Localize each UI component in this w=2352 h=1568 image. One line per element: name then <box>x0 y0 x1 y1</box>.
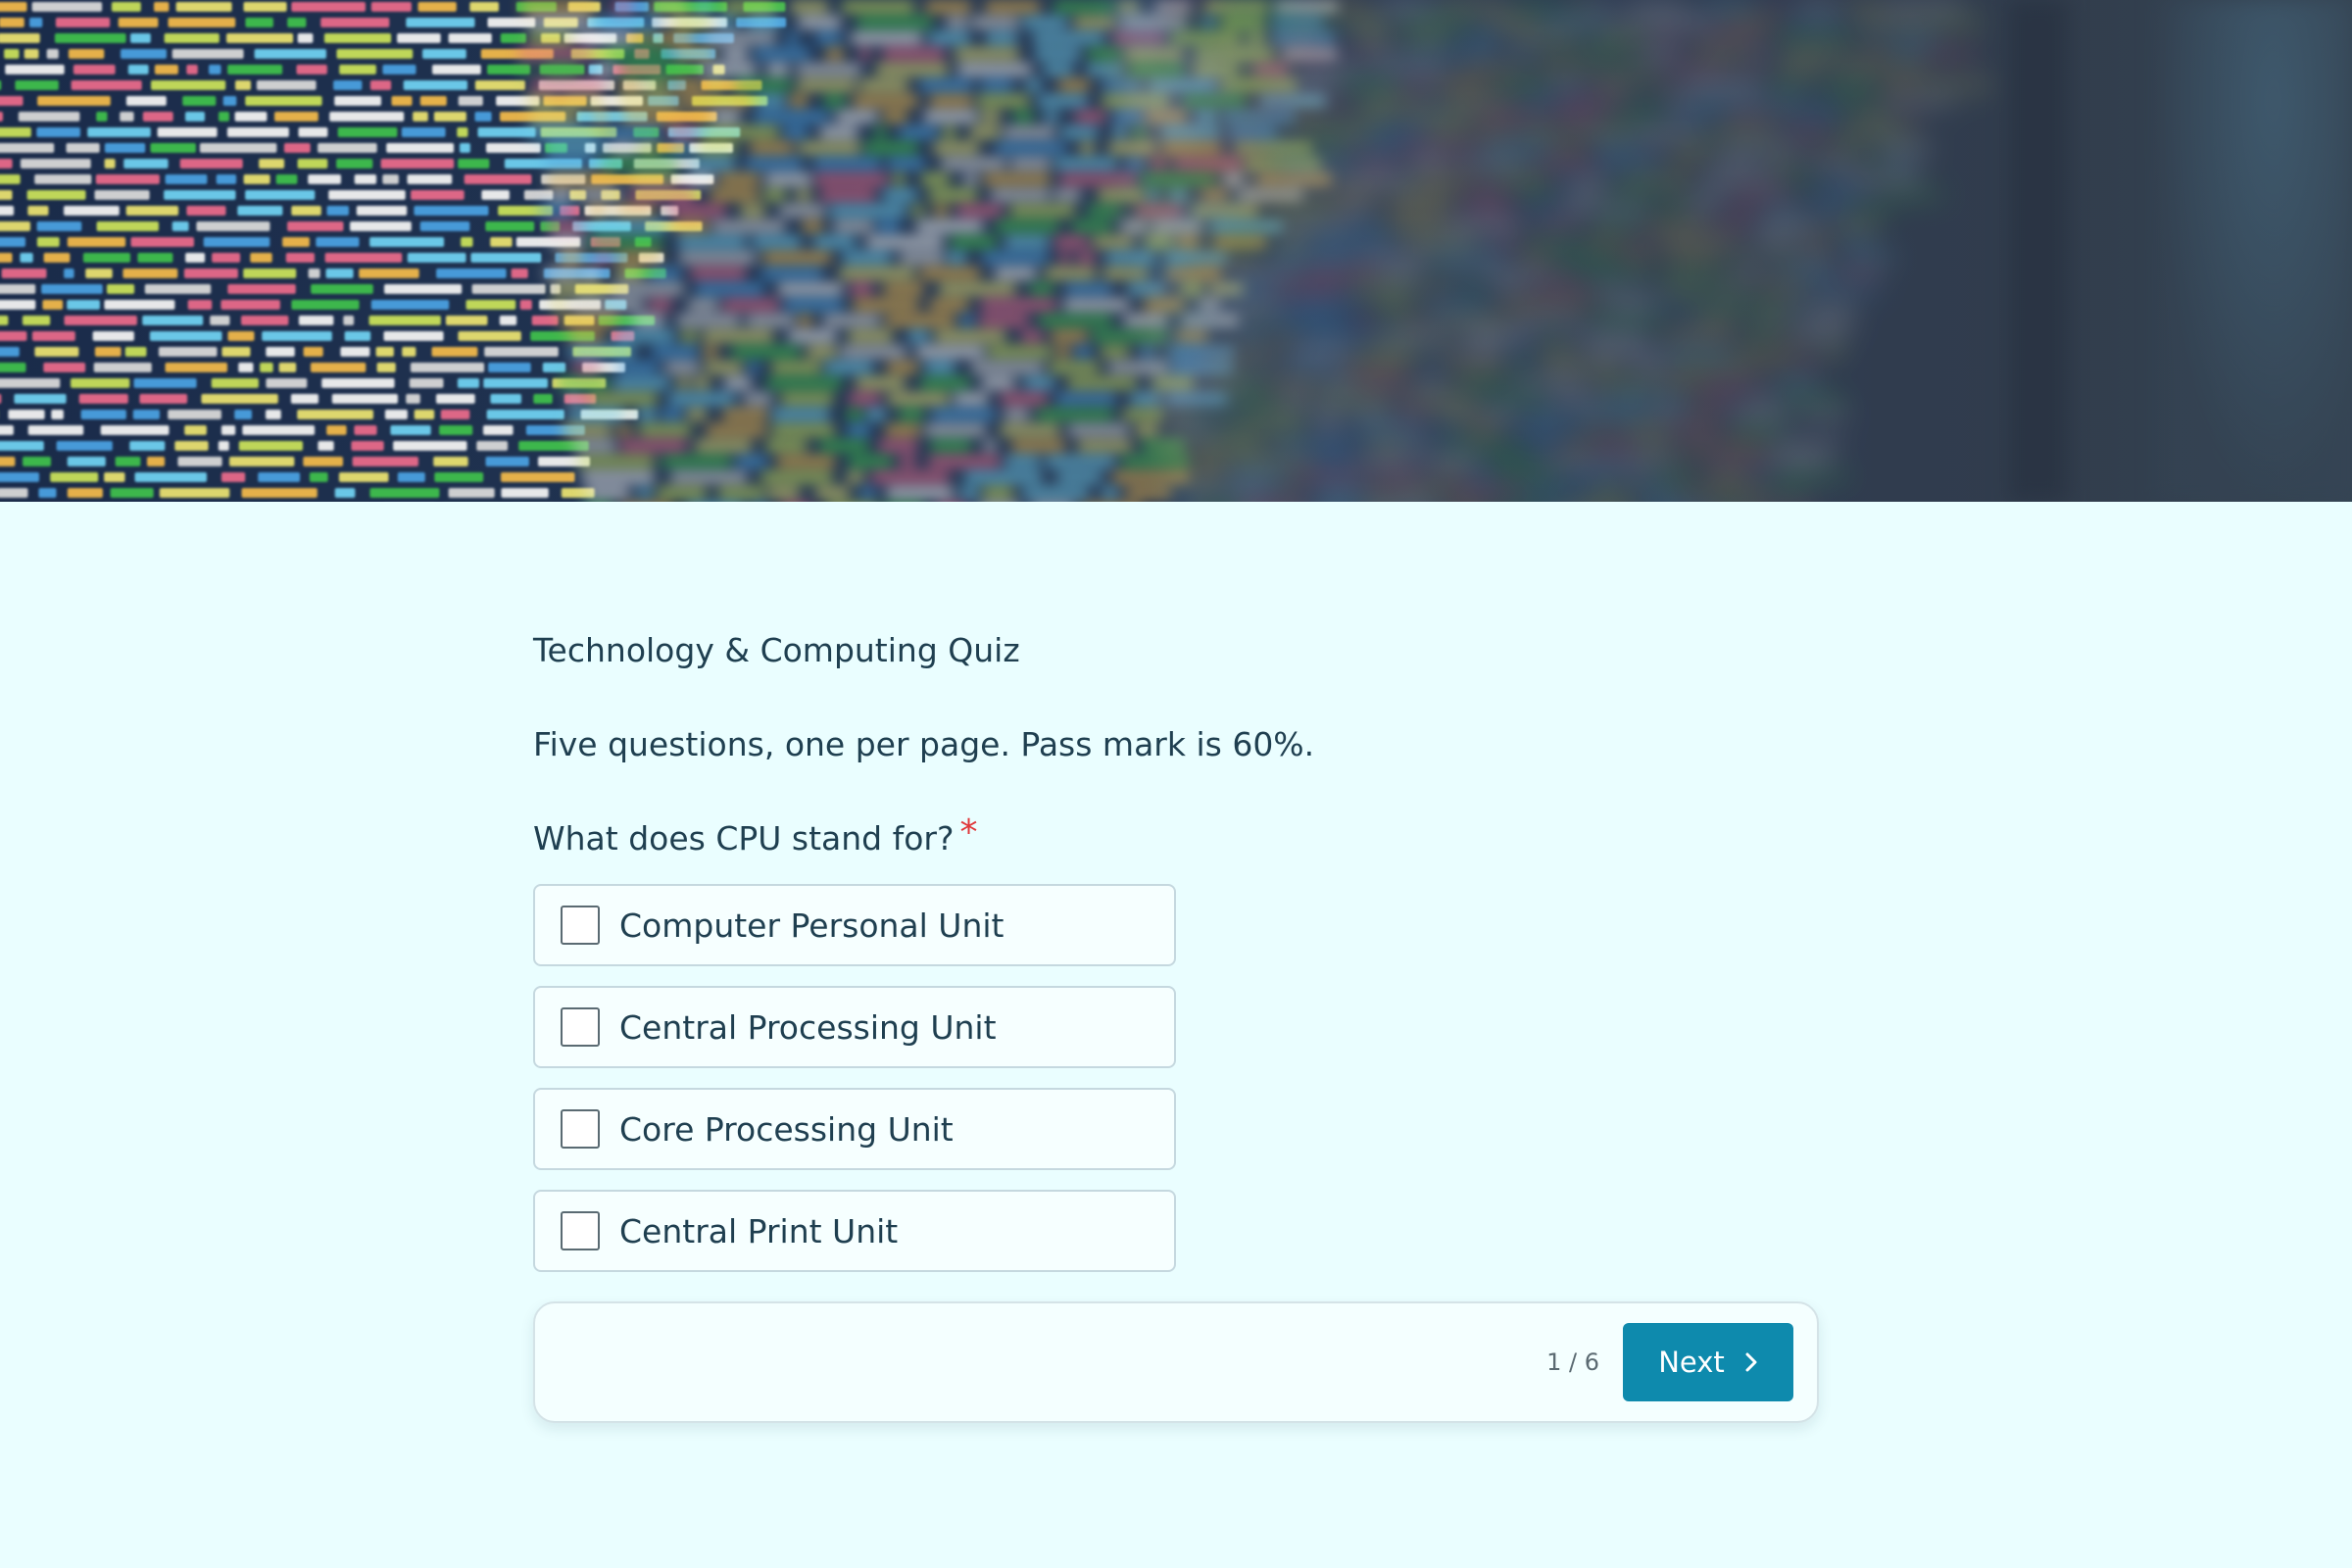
option-label: Core Processing Unit <box>619 1109 954 1149</box>
option-checkbox[interactable] <box>561 906 600 945</box>
required-indicator: * <box>959 812 978 853</box>
page-indicator: 1 / 6 <box>1546 1348 1599 1376</box>
question-text: What does CPU stand for? <box>533 819 955 858</box>
code-texture <box>0 2 1992 498</box>
navigation-bar: 1 / 6 Next <box>533 1301 1819 1423</box>
quiz-form: Technology & Computing Quiz Five questio… <box>533 627 1819 1423</box>
quiz-description: Five questions, one per page. Pass mark … <box>533 725 1315 763</box>
option-core-processing-unit[interactable]: Core Processing Unit <box>533 1088 1176 1170</box>
hero-banner-image <box>0 0 2352 502</box>
quiz-title: Technology & Computing Quiz <box>533 631 1020 669</box>
option-computer-personal-unit[interactable]: Computer Personal Unit <box>533 884 1176 966</box>
answer-options: Computer Personal Unit Central Processin… <box>533 884 1176 1272</box>
question-label: What does CPU stand for? * <box>533 815 1819 862</box>
option-central-processing-unit[interactable]: Central Processing Unit <box>533 986 1176 1068</box>
option-label: Computer Personal Unit <box>619 906 1004 945</box>
hero-background-glow <box>2156 0 2352 502</box>
chevron-right-icon <box>1744 1351 1758 1373</box>
option-checkbox[interactable] <box>561 1211 600 1250</box>
option-checkbox[interactable] <box>561 1109 600 1149</box>
option-checkbox[interactable] <box>561 1007 600 1047</box>
option-central-print-unit[interactable]: Central Print Unit <box>533 1190 1176 1272</box>
next-button-label: Next <box>1658 1346 1725 1379</box>
next-button[interactable]: Next <box>1623 1323 1793 1401</box>
hero-monitor-edge <box>2009 0 2068 502</box>
option-label: Central Processing Unit <box>619 1007 997 1047</box>
option-label: Central Print Unit <box>619 1211 899 1250</box>
